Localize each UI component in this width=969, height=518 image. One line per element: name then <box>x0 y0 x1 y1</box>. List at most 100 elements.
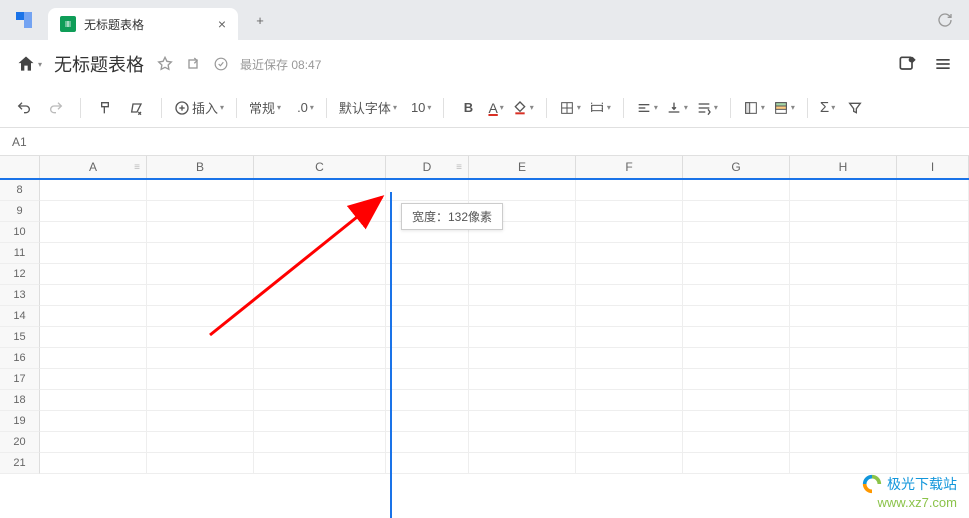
cell[interactable] <box>790 180 897 201</box>
cell[interactable] <box>40 222 147 243</box>
cell[interactable] <box>897 180 969 201</box>
cell[interactable] <box>897 243 969 264</box>
cell[interactable] <box>790 390 897 411</box>
cell[interactable] <box>147 453 254 474</box>
move-icon[interactable] <box>184 55 202 73</box>
cell[interactable] <box>576 180 683 201</box>
cell[interactable] <box>683 390 790 411</box>
row-header[interactable]: 17 <box>0 369 40 390</box>
cell[interactable] <box>40 201 147 222</box>
cell[interactable] <box>40 369 147 390</box>
row-header[interactable]: 21 <box>0 453 40 474</box>
cell[interactable] <box>40 327 147 348</box>
cell[interactable] <box>386 327 469 348</box>
clear-format-button[interactable] <box>125 94 149 122</box>
cell[interactable] <box>897 285 969 306</box>
cell[interactable] <box>386 369 469 390</box>
menu-button[interactable] <box>933 54 953 74</box>
cell[interactable] <box>683 264 790 285</box>
merge-dropdown[interactable]: ▾ <box>589 100 611 116</box>
cell[interactable] <box>790 411 897 432</box>
document-title[interactable]: 无标题表格 <box>54 51 144 77</box>
cell[interactable] <box>386 285 469 306</box>
row-header[interactable]: 10 <box>0 222 40 243</box>
cell[interactable] <box>897 390 969 411</box>
cell[interactable] <box>254 327 386 348</box>
cell[interactable] <box>386 411 469 432</box>
cell[interactable] <box>40 264 147 285</box>
cell[interactable] <box>469 285 576 306</box>
star-icon[interactable] <box>156 55 174 73</box>
cell[interactable] <box>683 285 790 306</box>
row-header[interactable]: 20 <box>0 432 40 453</box>
cell[interactable] <box>683 453 790 474</box>
cell[interactable] <box>147 390 254 411</box>
cell[interactable] <box>254 348 386 369</box>
cell[interactable] <box>40 180 147 201</box>
cell[interactable] <box>790 306 897 327</box>
cell[interactable] <box>576 201 683 222</box>
cell[interactable] <box>147 243 254 264</box>
cell[interactable] <box>254 453 386 474</box>
borders-dropdown[interactable]: ▾ <box>559 100 581 116</box>
home-button[interactable]: ▾ <box>16 54 42 74</box>
cell[interactable] <box>386 453 469 474</box>
document-tab[interactable]: 无标题表格 × <box>48 8 238 40</box>
cell[interactable] <box>897 201 969 222</box>
cell[interactable] <box>897 348 969 369</box>
cell[interactable] <box>683 201 790 222</box>
cell[interactable] <box>147 306 254 327</box>
cell[interactable] <box>469 411 576 432</box>
conditional-format-dropdown[interactable]: ▾ <box>773 100 795 116</box>
cell[interactable] <box>147 432 254 453</box>
row-header[interactable]: 18 <box>0 390 40 411</box>
cell[interactable] <box>683 432 790 453</box>
cell[interactable] <box>40 306 147 327</box>
cell[interactable] <box>790 222 897 243</box>
cell[interactable] <box>254 369 386 390</box>
cell[interactable] <box>897 306 969 327</box>
cell[interactable] <box>790 432 897 453</box>
cell[interactable] <box>683 180 790 201</box>
cell[interactable] <box>469 264 576 285</box>
cell[interactable] <box>790 201 897 222</box>
cell[interactable] <box>40 348 147 369</box>
cell[interactable] <box>897 222 969 243</box>
freeze-dropdown[interactable]: ▾ <box>743 100 765 116</box>
insert-dropdown[interactable]: 插入 ▾ <box>174 98 224 117</box>
column-header-I[interactable]: I <box>897 156 969 178</box>
column-header-B[interactable]: B <box>147 156 254 178</box>
valign-dropdown[interactable]: ▾ <box>666 100 688 116</box>
cell[interactable] <box>469 243 576 264</box>
cell[interactable] <box>254 432 386 453</box>
cell[interactable] <box>790 348 897 369</box>
column-header-G[interactable]: G <box>683 156 790 178</box>
cell[interactable] <box>469 453 576 474</box>
row-header[interactable]: 16 <box>0 348 40 369</box>
cell[interactable] <box>147 327 254 348</box>
cell[interactable] <box>790 264 897 285</box>
cell[interactable] <box>469 327 576 348</box>
app-logo[interactable] <box>8 4 40 36</box>
row-header[interactable]: 9 <box>0 201 40 222</box>
cell[interactable] <box>576 432 683 453</box>
cell[interactable] <box>147 180 254 201</box>
cell[interactable] <box>147 201 254 222</box>
filter-button[interactable] <box>843 94 867 122</box>
text-color-dropdown[interactable]: A ▾ <box>488 100 503 116</box>
cell[interactable] <box>897 453 969 474</box>
cell[interactable] <box>40 243 147 264</box>
cell[interactable] <box>576 222 683 243</box>
cell[interactable] <box>790 243 897 264</box>
font-size-dropdown[interactable]: 10 ▾ <box>411 100 431 115</box>
number-format-dropdown[interactable]: 常规 ▾ <box>249 98 281 117</box>
cell[interactable] <box>683 306 790 327</box>
cell[interactable] <box>254 243 386 264</box>
row-header[interactable]: 15 <box>0 327 40 348</box>
cell[interactable] <box>147 369 254 390</box>
cell[interactable] <box>254 306 386 327</box>
cell[interactable] <box>254 285 386 306</box>
cell[interactable] <box>147 411 254 432</box>
cell[interactable] <box>897 327 969 348</box>
row-header[interactable]: 11 <box>0 243 40 264</box>
